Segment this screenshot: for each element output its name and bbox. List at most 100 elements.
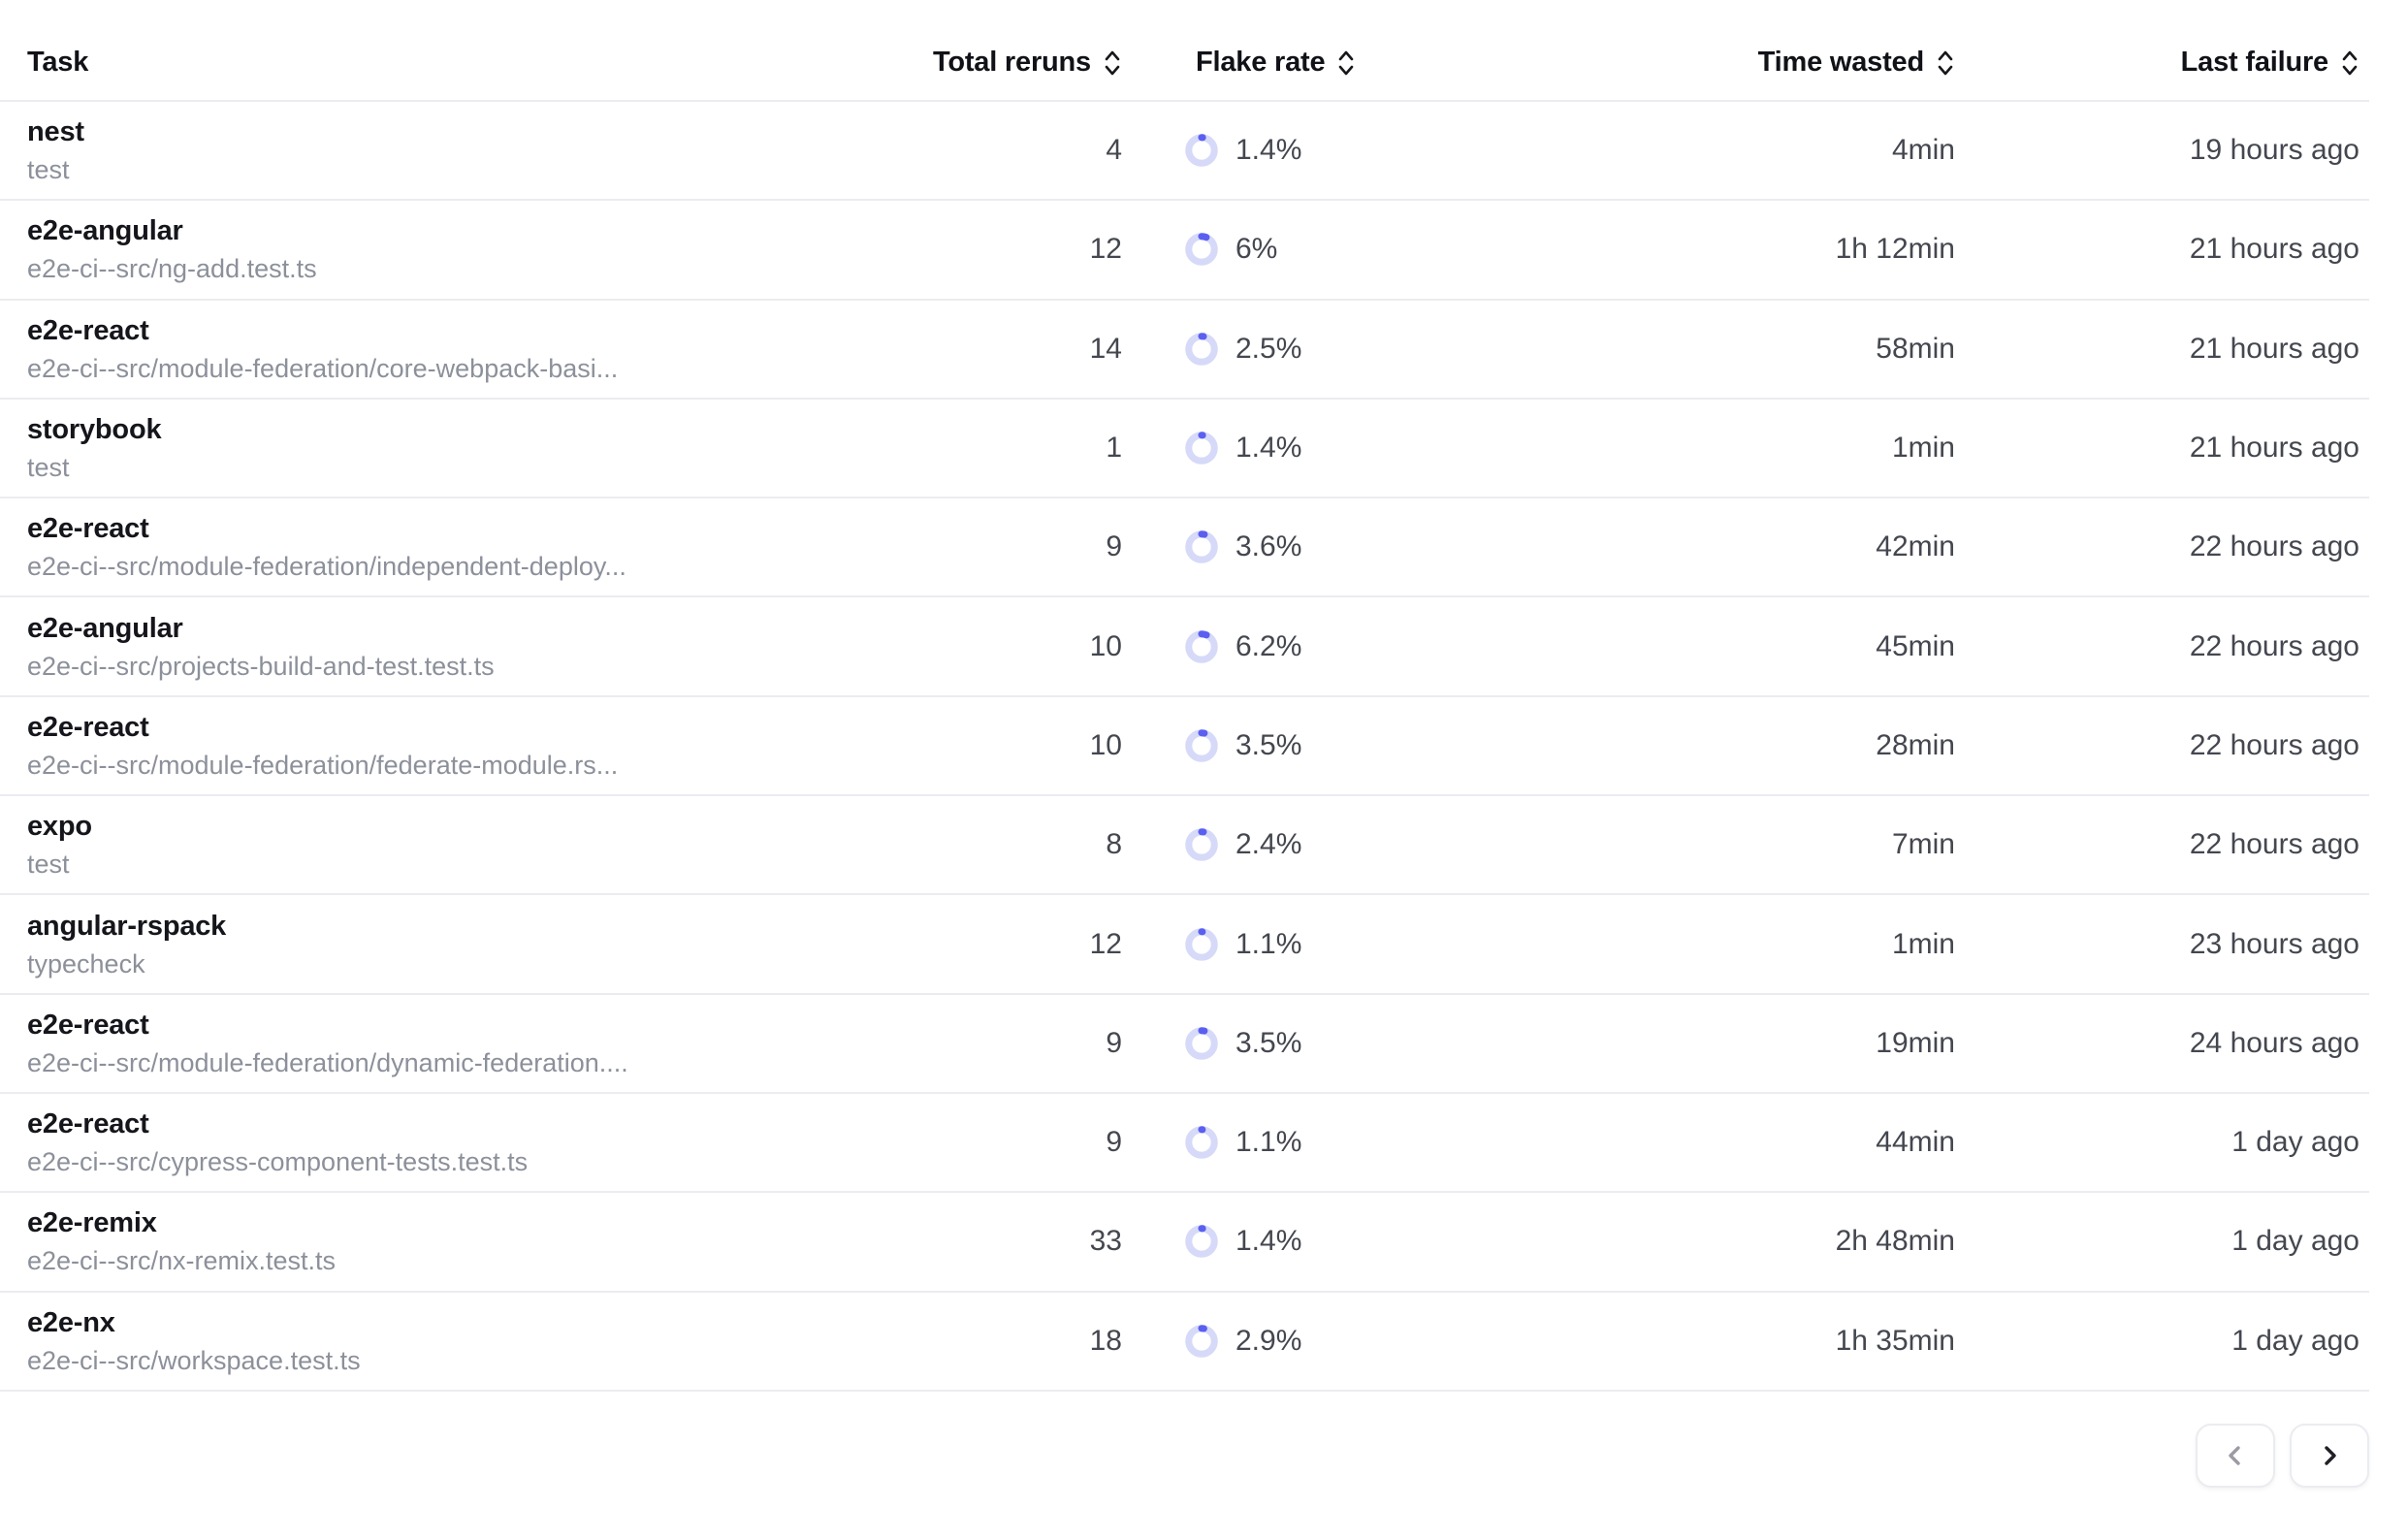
total-reruns-value: 10	[928, 630, 1122, 663]
task-cell: e2e-react e2e-ci--src/module-federation/…	[0, 314, 928, 384]
flaky-tasks-table: Task Total reruns Flake rate Time wasted…	[0, 0, 2369, 1392]
last-failure-value: 1 day ago	[1955, 1126, 2369, 1159]
task-cell: e2e-react e2e-ci--src/module-federation/…	[0, 512, 928, 582]
task-cell: storybook test	[0, 413, 928, 483]
flake-rate-value: 1.1%	[1236, 1126, 1301, 1159]
time-wasted-value: 1min	[1464, 928, 1955, 961]
donut-progress-icon	[1185, 1225, 1218, 1258]
flake-rate-cell: 3.5%	[1122, 729, 1464, 762]
total-reruns-value: 9	[928, 1126, 1122, 1159]
task-name: e2e-angular	[27, 214, 928, 247]
table-row[interactable]: expo test 8 2.4% 7min 22 hours ago	[0, 796, 2369, 895]
table-row[interactable]: e2e-angular e2e-ci--src/projects-build-a…	[0, 597, 2369, 696]
flake-rate-cell: 1.4%	[1122, 432, 1464, 465]
table-row[interactable]: e2e-react e2e-ci--src/module-federation/…	[0, 498, 2369, 597]
chevron-left-icon	[2222, 1442, 2249, 1469]
time-wasted-value: 7min	[1464, 828, 1955, 861]
task-target-path: e2e-ci--src/module-federation/federate-m…	[27, 750, 928, 781]
column-header-flake-rate[interactable]: Flake rate	[1122, 47, 1464, 79]
table-row[interactable]: e2e-nx e2e-ci--src/workspace.test.ts 18 …	[0, 1293, 2369, 1392]
previous-page-button[interactable]	[2196, 1424, 2275, 1488]
flake-rate-value: 3.6%	[1236, 530, 1301, 563]
total-reruns-value: 12	[928, 233, 1122, 266]
last-failure-value: 21 hours ago	[1955, 333, 2369, 366]
task-name: e2e-react	[27, 1107, 928, 1140]
table-row[interactable]: e2e-react e2e-ci--src/module-federation/…	[0, 995, 2369, 1094]
table-row[interactable]: e2e-react e2e-ci--src/cypress-component-…	[0, 1094, 2369, 1193]
task-name: e2e-remix	[27, 1206, 928, 1239]
time-wasted-value: 4min	[1464, 134, 1955, 167]
table-header-row: Task Total reruns Flake rate Time wasted…	[0, 0, 2369, 102]
task-name: expo	[27, 810, 928, 843]
time-wasted-value: 1h 12min	[1464, 233, 1955, 266]
flake-rate-value: 6%	[1236, 233, 1277, 266]
task-name: nest	[27, 115, 928, 148]
flake-rate-cell: 6.2%	[1122, 630, 1464, 663]
column-header-label: Last failure	[2181, 47, 2328, 79]
total-reruns-value: 33	[928, 1225, 1122, 1258]
flake-rate-cell: 1.1%	[1122, 1126, 1464, 1159]
sort-up-down-icon	[1103, 48, 1122, 79]
table-row[interactable]: nest test 4 1.4% 4min 19 hours ago	[0, 102, 2369, 201]
sort-up-down-icon	[2340, 48, 2359, 79]
flake-rate-value: 6.2%	[1236, 630, 1301, 663]
table-row[interactable]: e2e-react e2e-ci--src/module-federation/…	[0, 301, 2369, 400]
task-cell: e2e-react e2e-ci--src/module-federation/…	[0, 711, 928, 781]
flake-rate-value: 2.4%	[1236, 828, 1301, 861]
task-target-path: e2e-ci--src/ng-add.test.ts	[27, 253, 928, 284]
time-wasted-value: 42min	[1464, 530, 1955, 563]
last-failure-value: 21 hours ago	[1955, 432, 2369, 465]
task-cell: e2e-angular e2e-ci--src/projects-build-a…	[0, 612, 928, 682]
flake-rate-value: 3.5%	[1236, 729, 1301, 762]
task-cell: e2e-angular e2e-ci--src/ng-add.test.ts	[0, 214, 928, 284]
table-row[interactable]: e2e-react e2e-ci--src/module-federation/…	[0, 697, 2369, 796]
table-row[interactable]: e2e-angular e2e-ci--src/ng-add.test.ts 1…	[0, 201, 2369, 300]
last-failure-value: 22 hours ago	[1955, 828, 2369, 861]
table-row[interactable]: e2e-remix e2e-ci--src/nx-remix.test.ts 3…	[0, 1193, 2369, 1292]
task-name: e2e-react	[27, 314, 928, 347]
donut-progress-icon	[1185, 134, 1218, 167]
total-reruns-value: 14	[928, 333, 1122, 366]
column-header-last-failure[interactable]: Last failure	[1955, 47, 2369, 79]
column-header-total-reruns[interactable]: Total reruns	[928, 47, 1122, 79]
chevron-right-icon	[2316, 1442, 2343, 1469]
flake-rate-value: 2.5%	[1236, 333, 1301, 366]
flake-rate-cell: 3.6%	[1122, 530, 1464, 563]
task-target-path: test	[27, 452, 928, 483]
flake-rate-cell: 6%	[1122, 233, 1464, 266]
flake-rate-cell: 1.4%	[1122, 1225, 1464, 1258]
time-wasted-value: 28min	[1464, 729, 1955, 762]
flake-rate-cell: 2.9%	[1122, 1325, 1464, 1358]
task-target-path: test	[27, 154, 928, 185]
column-header-label: Time wasted	[1758, 47, 1924, 79]
flake-rate-value: 2.9%	[1236, 1325, 1301, 1358]
column-header-label: Total reruns	[933, 47, 1091, 79]
donut-progress-icon	[1185, 1325, 1218, 1358]
flake-rate-cell: 2.4%	[1122, 828, 1464, 861]
last-failure-value: 1 day ago	[1955, 1225, 2369, 1258]
task-cell: e2e-remix e2e-ci--src/nx-remix.test.ts	[0, 1206, 928, 1276]
flake-rate-cell: 1.4%	[1122, 134, 1464, 167]
column-header-label: Flake rate	[1196, 47, 1325, 79]
task-name: angular-rspack	[27, 910, 928, 943]
time-wasted-value: 1h 35min	[1464, 1325, 1955, 1358]
time-wasted-value: 19min	[1464, 1027, 1955, 1060]
task-name: e2e-react	[27, 711, 928, 744]
flake-rate-value: 3.5%	[1236, 1027, 1301, 1060]
time-wasted-value: 45min	[1464, 630, 1955, 663]
column-header-time-wasted[interactable]: Time wasted	[1464, 47, 1955, 79]
task-cell: e2e-nx e2e-ci--src/workspace.test.ts	[0, 1306, 928, 1376]
task-target-path: e2e-ci--src/module-federation/core-webpa…	[27, 353, 928, 384]
flake-rate-cell: 3.5%	[1122, 1027, 1464, 1060]
table-row[interactable]: storybook test 1 1.4% 1min 21 hours ago	[0, 400, 2369, 498]
donut-progress-icon	[1185, 530, 1218, 563]
donut-progress-icon	[1185, 233, 1218, 266]
time-wasted-value: 44min	[1464, 1126, 1955, 1159]
donut-progress-icon	[1185, 630, 1218, 663]
task-name: e2e-react	[27, 512, 928, 545]
sort-up-down-icon	[1936, 48, 1955, 79]
next-page-button[interactable]	[2290, 1424, 2369, 1488]
donut-progress-icon	[1185, 828, 1218, 861]
last-failure-value: 22 hours ago	[1955, 729, 2369, 762]
table-row[interactable]: angular-rspack typecheck 12 1.1% 1min 23…	[0, 895, 2369, 994]
